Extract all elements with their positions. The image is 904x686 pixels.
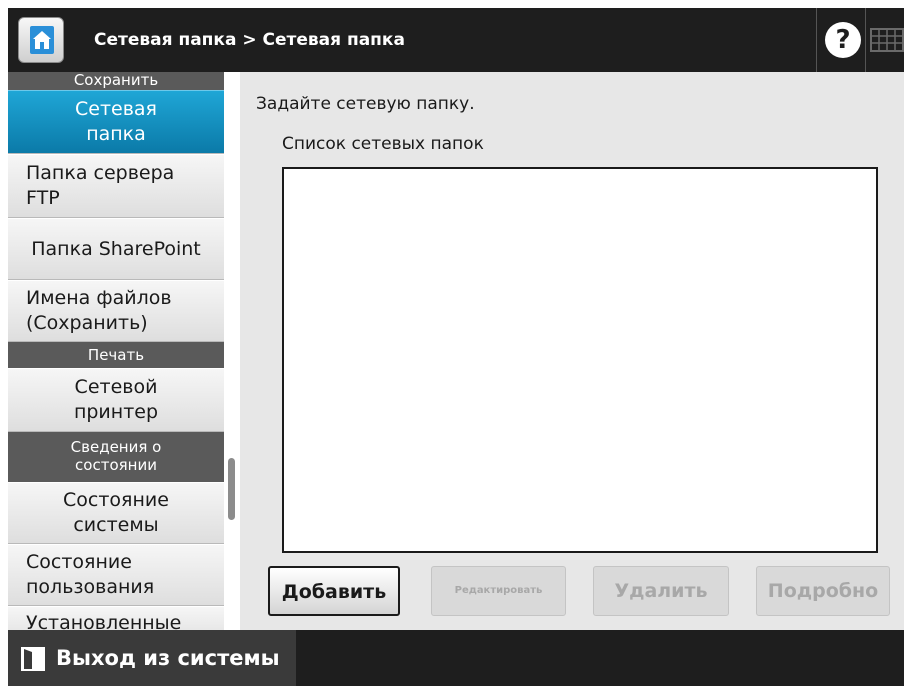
details-button[interactable]: Подробно	[756, 566, 890, 616]
keyboard-icon	[870, 28, 904, 52]
network-folder-list[interactable]	[282, 167, 878, 553]
sidebar: Сохранить Сетевая папка Папка сервера FT…	[8, 72, 224, 630]
sidebar-item-label: Сетевая папка	[75, 98, 157, 145]
sidebar-item-network-folder[interactable]: Сетевая папка	[8, 90, 224, 154]
sidebar-scroll-thumb[interactable]	[228, 458, 235, 520]
folder-list-label: Список сетевых папок	[282, 134, 484, 154]
sidebar-item-installed[interactable]: Установленные	[8, 606, 224, 630]
sidebar-scrollbar[interactable]	[224, 72, 240, 630]
sidebar-item-label: Имена файлов (Сохранить)	[26, 287, 172, 334]
sidebar-item-usage-status[interactable]: Состояние пользования	[8, 544, 224, 606]
logout-label: Выход из системы	[56, 646, 280, 670]
sidebar-section-save-header: Сохранить	[8, 72, 224, 90]
logout-button[interactable]: Выход из системы	[8, 630, 296, 686]
help-icon: ?	[825, 22, 861, 58]
home-button[interactable]	[18, 17, 64, 63]
home-icon	[30, 26, 54, 54]
sidebar-item-sharepoint-folder[interactable]: Папка SharePoint	[8, 218, 224, 280]
sidebar-section-print-header: Печать	[8, 342, 224, 368]
instruction-text: Задайте сетевую папку.	[256, 94, 475, 114]
add-button[interactable]: Добавить	[268, 566, 400, 616]
sidebar-item-label: Установленные	[26, 612, 182, 630]
sidebar-item-label: Папка сервера FTP	[26, 162, 175, 209]
sidebar-item-label: Сетевой принтер	[73, 376, 159, 423]
sidebar-item-system-status[interactable]: Состояние системы	[8, 482, 224, 544]
sidebar-item-ftp-folder[interactable]: Папка сервера FTP	[8, 154, 224, 218]
bottom-bar: Выход из системы	[8, 630, 904, 686]
sidebar-item-label: Состояние пользования	[26, 551, 155, 598]
sidebar-item-network-printer[interactable]: Сетевой принтер	[8, 368, 224, 432]
main-panel: Задайте сетевую папку. Список сетевых па…	[240, 72, 904, 630]
sidebar-section-status-header: Сведения о состоянии	[8, 432, 224, 482]
keyboard-button[interactable]	[870, 26, 904, 54]
breadcrumb: Сетевая папка > Сетевая папка	[94, 30, 405, 50]
help-button[interactable]: ?	[816, 8, 866, 72]
sidebar-item-file-names-save[interactable]: Имена файлов (Сохранить)	[8, 280, 224, 342]
logout-icon	[21, 647, 45, 671]
sidebar-item-label: Состояние системы	[63, 489, 169, 536]
edit-button[interactable]: Редактировать	[431, 566, 566, 616]
sidebar-item-label: Папка SharePoint	[31, 237, 201, 260]
top-bar: Сетевая папка > Сетевая папка ?	[8, 8, 904, 72]
delete-button[interactable]: Удалить	[593, 566, 729, 616]
